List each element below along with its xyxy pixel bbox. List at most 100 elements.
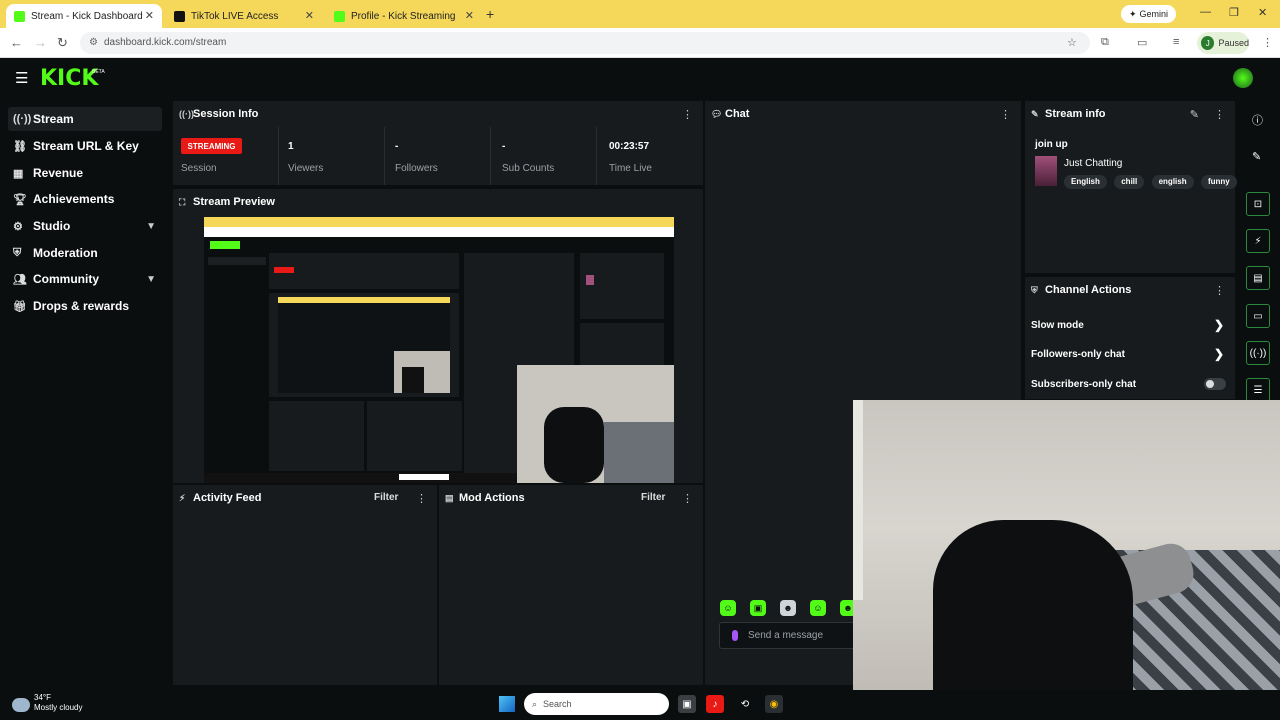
panel-title: Mod Actions <box>459 492 525 504</box>
sidebar-item-label: Drops & rewards <box>33 299 130 313</box>
reload-icon[interactable]: ↻ <box>57 35 68 51</box>
taskbar-search[interactable]: ⌕ Search <box>524 693 669 715</box>
capture-app-icon[interactable]: ⟲ <box>736 695 754 713</box>
chevron-right-icon: ❯ <box>1213 347 1224 361</box>
menu-kebab-icon[interactable]: ⋮ <box>1262 36 1273 49</box>
tab-kick-dashboard[interactable]: Stream - Kick Dashboard ✕ <box>6 4 162 28</box>
sidebar-item-label: Stream <box>33 112 74 126</box>
profile-status: Paused <box>1218 38 1249 48</box>
sidebar-item-drops-rewards[interactable]: 🎁︎ Drops & rewards <box>8 294 162 318</box>
chat-icon: 💬︎ <box>711 108 723 119</box>
tab-kick-profile[interactable]: Profile - Kick Streaming ✕ <box>326 4 482 28</box>
microphone-icon[interactable] <box>732 630 738 641</box>
emote-1-icon[interactable]: ☺ <box>720 600 736 616</box>
hamburger-menu-icon[interactable]: ☰ <box>15 69 28 87</box>
maximize-icon[interactable]: ❐ <box>1229 6 1239 19</box>
clipboard-icon[interactable]: ▤ <box>1246 266 1270 290</box>
followers-only-row[interactable]: Followers-only chat ❯ <box>1031 344 1226 364</box>
cloud-icon <box>12 698 30 712</box>
info-icon[interactable]: ⓘ <box>1252 112 1263 128</box>
webcam-overlay <box>853 400 1280 720</box>
gift-icon: 🎁︎ <box>13 300 27 313</box>
emote-2-icon[interactable]: ▣ <box>750 600 766 616</box>
screenshot-icon[interactable]: ⊡ <box>1246 192 1270 216</box>
extensions-icon[interactable]: ⧉ <box>1101 36 1109 49</box>
media-controls-icon[interactable]: ≡ <box>1173 36 1179 48</box>
mod-actions-panel: ▤ Mod Actions Filter ⋮ <box>439 485 703 685</box>
stat-value: 1 <box>288 141 294 152</box>
sidebar-item-stream[interactable]: ((·)) Stream <box>8 107 162 131</box>
more-options-icon[interactable]: ⋮ <box>1214 108 1225 121</box>
window-close-icon[interactable]: ✕ <box>1258 6 1267 19</box>
minimize-icon[interactable]: — <box>1200 6 1211 18</box>
dashboard-sidebar: ((·)) Stream ⛓ Stream URL & Key ▦ Revenu… <box>0 100 170 690</box>
broadcast-icon[interactable]: ((·)) <box>1246 341 1270 365</box>
more-options-icon[interactable]: ⋮ <box>1000 108 1011 121</box>
subscribers-only-row: Subscribers-only chat <box>1031 374 1226 394</box>
browser-tab-bar: Stream - Kick Dashboard ✕ TikTok LIVE Ac… <box>0 0 1280 28</box>
search-icon: ⌕ <box>532 698 538 709</box>
session-info-header: ((·)) Session Info <box>173 101 703 127</box>
sidebar-item-label: Revenue <box>33 166 84 180</box>
site-info-icon[interactable]: ⚙ <box>89 37 98 48</box>
subscribers-only-toggle[interactable] <box>1204 378 1226 390</box>
more-options-icon[interactable]: ⋮ <box>682 108 693 121</box>
gemini-button[interactable]: ✦ Gemini <box>1121 5 1176 23</box>
close-icon[interactable]: ✕ <box>145 9 154 22</box>
emote-3-icon[interactable]: ☻ <box>780 600 796 616</box>
tag: chill <box>1114 174 1145 189</box>
lightning-icon[interactable]: ⚡︎ <box>1246 229 1270 253</box>
stat-label: Time Live <box>609 163 652 174</box>
kick-logo[interactable]: KICK <box>40 66 98 91</box>
tiktok-app-icon[interactable]: ♪ <box>706 695 724 713</box>
chat-message-input[interactable]: Send a message <box>719 622 859 649</box>
followers-stat: - Followers <box>385 127 491 185</box>
task-view-icon[interactable]: ▣ <box>678 695 696 713</box>
tab-title: Profile - Kick Streaming <box>351 10 456 22</box>
stat-value: - <box>395 141 399 152</box>
panel-title: Activity Feed <box>193 492 262 504</box>
url-field[interactable]: ⚙ dashboard.kick.com/stream <box>80 32 1090 54</box>
chrome-icon[interactable]: ◉ <box>765 695 783 713</box>
search-placeholder: Search <box>543 699 572 709</box>
more-options-icon[interactable]: ⋮ <box>416 492 427 505</box>
action-label: Followers-only chat <box>1031 348 1125 360</box>
preview-thumbnail <box>204 217 674 483</box>
user-avatar[interactable] <box>1233 68 1253 88</box>
new-tab-button[interactable]: + <box>486 6 494 22</box>
forward-icon[interactable]: → <box>34 35 47 50</box>
weather-widget[interactable]: 34°F Mostly cloudy <box>12 693 82 713</box>
sidebar-item-community[interactable]: 👥︎ Community ▼ <box>8 267 162 291</box>
sidebar-item-revenue[interactable]: ▦ Revenue <box>8 161 162 185</box>
sidebar-item-studio[interactable]: ⚙ Studio ▼ <box>8 214 162 238</box>
back-icon[interactable]: ← <box>10 35 23 50</box>
more-options-icon[interactable]: ⋮ <box>1214 284 1225 297</box>
sidebar-item-moderation[interactable]: ⛨ Moderation <box>8 241 162 265</box>
close-icon[interactable]: ✕ <box>465 9 474 22</box>
emote-4-icon[interactable]: ☺ <box>810 600 826 616</box>
edit-icon[interactable]: ✎ <box>1190 108 1199 121</box>
edit-icon[interactable]: ✎ <box>1252 150 1261 163</box>
stat-value: - <box>502 141 506 152</box>
link-icon: ⛓ <box>13 140 27 153</box>
slow-mode-row[interactable]: Slow mode ❯ <box>1031 315 1226 335</box>
profile-button[interactable]: J Paused <box>1197 32 1249 54</box>
windows-start-icon[interactable] <box>499 696 515 712</box>
kick-favicon-icon <box>334 10 345 22</box>
stream-title: join up <box>1035 139 1068 150</box>
filter-button[interactable]: Filter <box>641 492 665 503</box>
bookmark-star-icon[interactable]: ☆ <box>1067 36 1077 49</box>
shield-icon: ⛨ <box>13 246 22 259</box>
layout-icon[interactable]: ☰ <box>1246 378 1270 402</box>
close-icon[interactable]: ✕ <box>305 9 314 22</box>
more-options-icon[interactable]: ⋮ <box>682 492 693 505</box>
filter-button[interactable]: Filter <box>374 492 398 503</box>
sidepanel-icon[interactable]: ▭ <box>1137 36 1147 49</box>
stream-category: Just Chatting <box>1064 158 1123 169</box>
sidebar-item-achievements[interactable]: 🏆︎ Achievements <box>8 187 162 211</box>
chat-icon[interactable]: ▭ <box>1246 304 1270 328</box>
sidebar-item-stream-url-key[interactable]: ⛓ Stream URL & Key <box>8 134 162 158</box>
revenue-icon: ▦ <box>13 167 24 180</box>
stream-preview-video[interactable] <box>204 217 674 483</box>
tab-tiktok-live[interactable]: TikTok LIVE Access ✕ <box>166 4 322 28</box>
